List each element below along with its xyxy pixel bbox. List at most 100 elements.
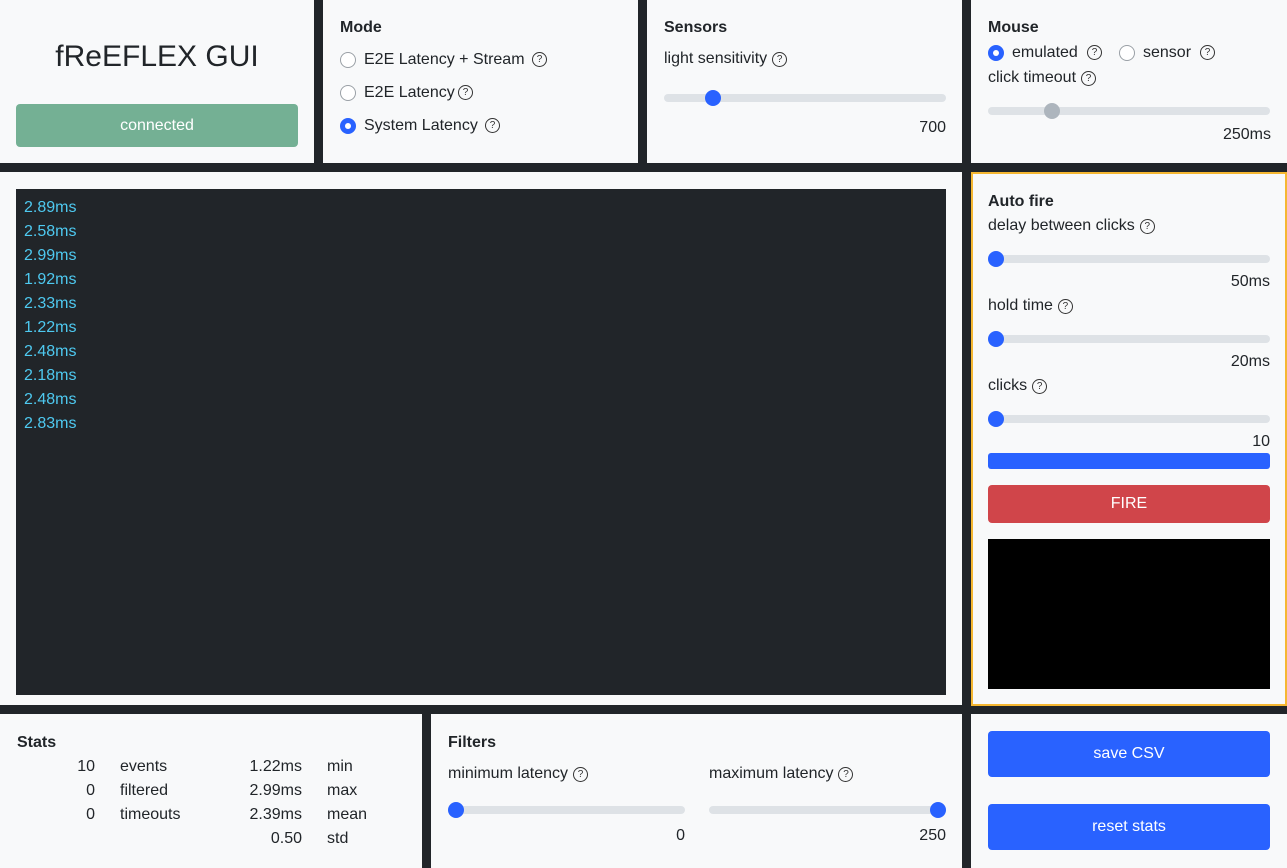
clicks-value: 10: [1252, 433, 1270, 450]
slider-thumb[interactable]: [1044, 103, 1060, 119]
stats-heading: Stats: [17, 734, 57, 751]
mode-option-label: E2E Latency: [364, 84, 455, 101]
max-latency-label-row: maximum latency?: [709, 765, 854, 783]
help-icon[interactable]: ?: [1032, 379, 1048, 394]
latency-log-line: 2.99ms: [24, 247, 77, 264]
fire-button[interactable]: FIRE: [988, 485, 1270, 523]
slider-thumb[interactable]: [988, 251, 1004, 267]
stat-count: 0: [86, 782, 95, 799]
delay-label-row: delay between clicks?: [988, 217, 1155, 235]
light-sensitivity-slider[interactable]: [664, 90, 946, 106]
hold-value: 20ms: [1230, 353, 1270, 370]
hold-label-row: hold time?: [988, 297, 1073, 315]
mouse-option-label: sensor: [1143, 44, 1192, 61]
stat-ms-label: mean: [327, 806, 368, 823]
help-icon[interactable]: ?: [1139, 219, 1155, 234]
help-icon[interactable]: ?: [1200, 45, 1215, 60]
slider-thumb[interactable]: [988, 411, 1004, 427]
slider-thumb[interactable]: [448, 802, 464, 818]
help-icon[interactable]: ?: [485, 118, 500, 133]
mode-radio-e2e[interactable]: [340, 85, 356, 101]
mouse-radio-emulated[interactable]: [988, 45, 1004, 61]
mouse-radio-sensor[interactable]: [1119, 45, 1135, 61]
click-timeout-slider[interactable]: [988, 103, 1270, 119]
delay-label: delay between clicks: [988, 217, 1135, 234]
delay-value: 50ms: [1230, 273, 1270, 290]
mouse-panel: Mouse emulated ? sensor ? click timeout?…: [971, 0, 1287, 163]
help-icon[interactable]: ?: [1081, 71, 1097, 86]
sensors-panel: Sensors light sensitivity? 700: [647, 0, 962, 163]
latency-log-line: 2.58ms: [24, 223, 77, 240]
mode-radio-system[interactable]: [340, 118, 356, 134]
min-latency-slider[interactable]: [448, 802, 685, 818]
hold-slider[interactable]: [988, 331, 1270, 347]
help-icon[interactable]: ?: [838, 767, 854, 782]
slider-thumb[interactable]: [705, 90, 721, 106]
save-csv-button[interactable]: save CSV: [988, 731, 1270, 777]
autofire-panel: Auto fire delay between clicks? 50ms hol…: [971, 172, 1287, 706]
mouse-heading: Mouse: [988, 19, 1039, 36]
stat-ms-label: max: [327, 782, 358, 799]
click-timeout-value: 250ms: [1222, 126, 1271, 143]
latency-log[interactable]: 2.89ms 2.58ms 2.99ms 1.92ms 2.33ms 1.22ms 2.48…: [16, 189, 946, 695]
light-sensitivity-label: light sensitivity: [664, 50, 768, 67]
stat-ms: 2.39ms: [249, 806, 302, 823]
app-title: fReEFLEX GUI: [55, 40, 259, 73]
help-icon[interactable]: ?: [573, 767, 589, 782]
autofire-progress-bar: [988, 453, 1270, 469]
mouse-option-sensor[interactable]: sensor ?: [1119, 43, 1239, 63]
max-latency-slider[interactable]: [709, 802, 946, 818]
stat-count-label: filtered: [120, 782, 169, 799]
stat-count: 0: [86, 806, 95, 823]
slider-thumb[interactable]: [988, 331, 1004, 347]
latency-log-line: 2.48ms: [24, 391, 77, 408]
stats-panel: Stats 10 events 1.22ms min 0 filtered 2.99ms ma…: [0, 714, 422, 868]
autofire-heading: Auto fire: [988, 193, 1054, 210]
mode-panel: Mode E2E Latency + Stream ? E2E Latency …: [323, 0, 638, 163]
stat-ms-label: std: [327, 830, 349, 847]
mouse-option-label: emulated: [1012, 44, 1078, 61]
title-panel: fReEFLEX GUI connected: [0, 0, 314, 163]
slider-thumb[interactable]: [930, 802, 946, 818]
mode-option-label: System Latency: [364, 117, 478, 134]
mode-option-e2e[interactable]: E2E Latency ?: [340, 83, 620, 103]
connection-status-button[interactable]: connected: [16, 104, 298, 147]
max-latency-label: maximum latency: [709, 765, 834, 782]
latency-log-line: 1.22ms: [24, 319, 77, 336]
help-icon[interactable]: ?: [1087, 45, 1102, 60]
progress-fill: [988, 453, 1270, 469]
stat-count: 10: [77, 758, 95, 775]
stat-count-label: events: [120, 758, 168, 775]
delay-slider[interactable]: [988, 251, 1270, 267]
help-icon[interactable]: ?: [458, 85, 473, 100]
clicks-label-row: clicks?: [988, 377, 1048, 395]
hold-label: hold time: [988, 297, 1053, 314]
latency-log-line: 1.92ms: [24, 271, 77, 288]
mouse-option-emulated[interactable]: emulated ?: [988, 43, 1108, 63]
light-sensitivity-label-row: light sensitivity?: [664, 50, 788, 68]
clicks-slider[interactable]: [988, 411, 1270, 427]
light-sensitivity-value: 700: [919, 119, 946, 136]
mode-option-e2e-stream[interactable]: E2E Latency + Stream ?: [340, 50, 620, 70]
reset-stats-button[interactable]: reset stats: [988, 804, 1270, 850]
latency-log-line: 2.48ms: [24, 343, 77, 360]
mode-heading: Mode: [340, 19, 382, 36]
latency-log-line: 2.18ms: [24, 367, 77, 384]
help-icon[interactable]: ?: [532, 52, 547, 67]
filters-panel: Filters minimum latency? 0 maximum laten…: [431, 714, 962, 868]
help-icon[interactable]: ?: [1057, 299, 1073, 314]
mode-option-system[interactable]: System Latency ?: [340, 116, 620, 136]
stat-ms-label: min: [327, 758, 353, 775]
help-icon[interactable]: ?: [772, 52, 788, 67]
filters-heading: Filters: [448, 734, 497, 751]
latency-log-line: 2.83ms: [24, 415, 77, 432]
min-latency-label-row: minimum latency?: [448, 765, 589, 783]
click-timeout-label: click timeout: [988, 69, 1077, 86]
click-timeout-label-row: click timeout?: [988, 69, 1097, 87]
max-latency-value: 250: [919, 827, 946, 844]
clicks-label: clicks: [988, 377, 1028, 394]
mode-radio-e2e-stream[interactable]: [340, 52, 356, 68]
sensor-preview-box: [988, 539, 1270, 689]
latency-log-line: 2.89ms: [24, 199, 77, 216]
stat-ms: 1.22ms: [249, 758, 302, 775]
